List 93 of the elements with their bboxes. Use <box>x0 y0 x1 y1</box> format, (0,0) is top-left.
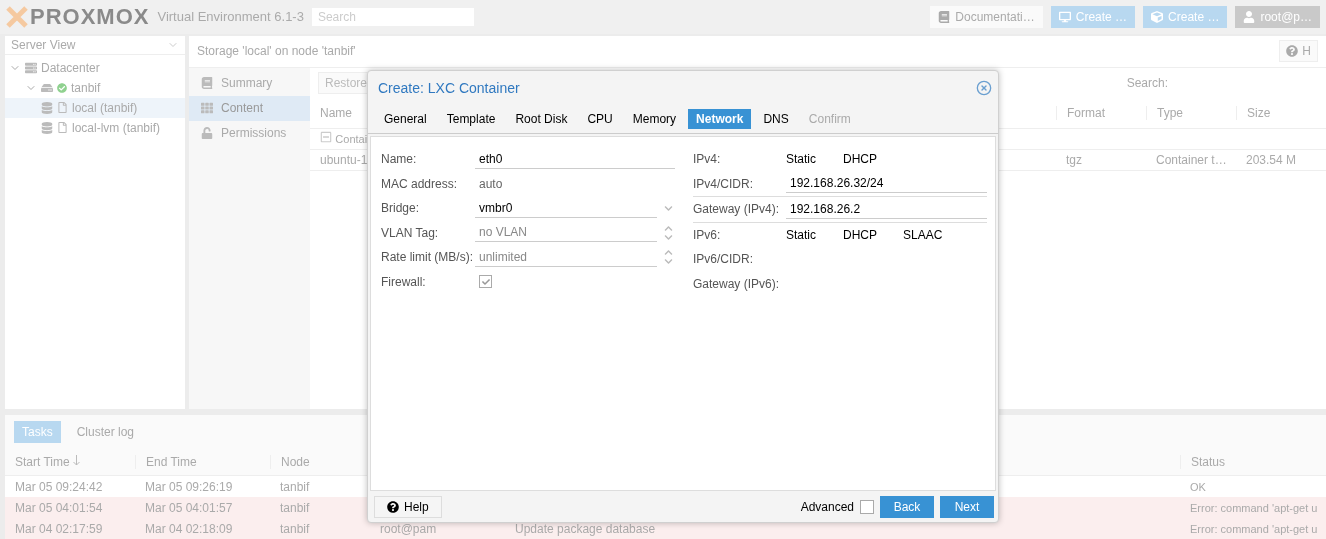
field-label: Firewall: <box>381 274 427 289</box>
field-label: Bridge: <box>381 201 421 216</box>
column-header: Type <box>1157 105 1183 120</box>
table-cell: tgz <box>1066 152 1082 167</box>
file-icon <box>57 102 68 114</box>
documentation-button[interactable]: Documentati… <box>930 5 1043 28</box>
table-cell: ubuntu-1 <box>320 152 368 167</box>
table-cell: OK <box>1190 480 1206 493</box>
radio-option[interactable]: DHCP <box>843 152 903 167</box>
file-icon <box>57 122 68 134</box>
help-button[interactable]: H <box>1279 40 1318 63</box>
radio-option[interactable]: Static <box>786 152 843 167</box>
check-icon <box>57 82 67 93</box>
table-cell: 203.54 M <box>1246 152 1297 167</box>
proxmox-logo: PROXMOX <box>6 3 150 30</box>
advanced-checkbox[interactable] <box>860 499 874 514</box>
field-label: Gateway (IPv4): <box>693 202 781 217</box>
drive-icon <box>41 81 53 94</box>
firewall-checkbox[interactable] <box>479 275 492 289</box>
column-header: Start Time <box>15 455 70 469</box>
column-header: End Time <box>146 455 197 469</box>
version-label: Virtual Environment 6.1-3 <box>157 9 304 25</box>
database-icon <box>41 101 53 114</box>
wizard-tab[interactable]: CPU <box>579 109 621 129</box>
monitor-icon <box>1058 10 1071 23</box>
column-header: Name <box>320 105 352 120</box>
nav-item[interactable]: Summary <box>189 70 310 96</box>
radio-option[interactable]: Static <box>786 227 843 242</box>
column-header: Format <box>1067 105 1105 120</box>
collapse-icon[interactable] <box>320 131 332 144</box>
cube-icon <box>1151 10 1164 23</box>
table-cell: tanbif <box>280 479 310 494</box>
server-icon <box>25 61 37 74</box>
mac-value: auto <box>478 176 503 191</box>
field-label: IPv6: <box>693 227 722 242</box>
nav-item[interactable]: Permissions <box>189 120 310 146</box>
table-cell: Mar 05 04:01:57 <box>145 500 233 515</box>
wizard-tab[interactable]: Root Disk <box>507 109 576 129</box>
field-label: VLAN Tag: <box>381 225 440 240</box>
tree-item[interactable]: tanbif <box>5 77 185 98</box>
panel-title: Storage 'local' on node 'tanbif' <box>197 44 356 59</box>
tree-item[interactable]: local (tanbif) <box>5 97 185 118</box>
table-cell: Mar 04 02:18:09 <box>145 521 233 536</box>
table-cell: Mar 05 09:24:42 <box>15 479 103 494</box>
field-label: IPv6/CIDR: <box>693 252 754 267</box>
table-cell: root@pam <box>380 521 437 536</box>
column-header: Status <box>1191 455 1226 469</box>
table-cell: Error: command 'apt-get u <box>1190 501 1318 514</box>
sort-arrow-icon[interactable] <box>73 455 81 466</box>
wizard-tab[interactable]: Network <box>688 109 752 129</box>
grid-icon <box>201 102 213 115</box>
table-cell: Mar 04 02:17:59 <box>15 521 103 536</box>
field-label: Rate limit (MB/s): <box>381 250 474 265</box>
wizard-tab[interactable]: DNS <box>755 109 797 129</box>
field-label: IPv4/CIDR: <box>693 176 754 191</box>
dialog-title: Create: LXC Container <box>378 80 520 96</box>
field-label: Gateway (IPv6): <box>693 276 781 291</box>
user-icon <box>1243 10 1256 23</box>
search-label: Search: <box>1126 75 1168 90</box>
tree-item[interactable]: local-lvm (tanbif) <box>5 117 185 138</box>
table-cell: Mar 05 09:26:19 <box>145 479 233 494</box>
help-button[interactable]: Help <box>374 495 442 518</box>
table-cell: Container t… <box>1156 152 1227 167</box>
column-header: Node <box>281 455 310 469</box>
help-icon <box>387 500 399 513</box>
field-label: IPv4: <box>693 152 722 167</box>
next-button[interactable]: Next <box>940 495 994 518</box>
table-cell: Mar 05 04:01:54 <box>15 500 103 515</box>
wizard-tab[interactable]: General <box>376 109 435 129</box>
book-icon <box>938 10 951 23</box>
padlock-icon <box>201 127 213 140</box>
advanced-label: Advanced <box>800 499 854 514</box>
wizard-tab[interactable]: Template <box>438 109 504 129</box>
group-header: Contai <box>335 133 368 146</box>
help-icon <box>1286 45 1299 58</box>
close-icon[interactable] <box>976 80 992 96</box>
field-label: MAC address: <box>381 176 459 191</box>
wizard-tab[interactable]: Memory <box>624 109 685 129</box>
radio-option[interactable]: SLAAC <box>903 227 963 242</box>
book-icon <box>201 77 213 90</box>
table-cell: Update package database <box>515 521 656 536</box>
field-label: Name: <box>381 152 418 167</box>
radio-option[interactable]: DHCP <box>843 227 903 242</box>
table-cell: tanbif <box>280 500 310 515</box>
column-header: Size <box>1247 105 1271 120</box>
tree-item[interactable]: Datacenter <box>5 57 185 78</box>
back-button[interactable]: Back <box>880 495 934 518</box>
table-cell: tanbif <box>280 521 310 536</box>
database-icon <box>41 121 53 134</box>
nav-item[interactable]: Content <box>189 95 310 121</box>
check-icon <box>481 277 490 286</box>
table-cell: Error: command 'apt-get u <box>1190 522 1318 535</box>
tab[interactable]: Cluster log <box>68 421 143 443</box>
